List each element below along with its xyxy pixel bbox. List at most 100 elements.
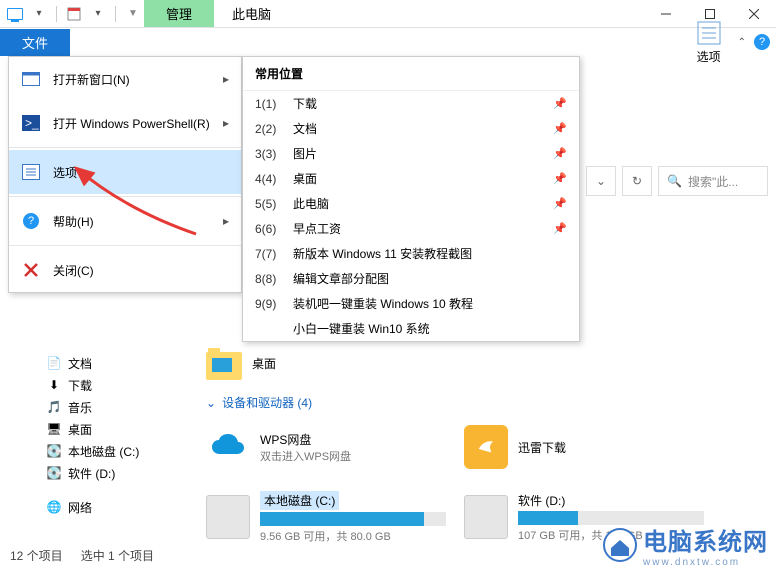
tree-item-label: 本地磁盘 (C:)	[68, 443, 139, 460]
item-drive-c[interactable]: 本地磁盘 (C:) 9.56 GB 可用，共 80.0 GB	[206, 491, 446, 543]
submenu-key: 6(6)	[255, 222, 283, 236]
doc-icon: 📄	[46, 355, 62, 371]
qat-divider-2	[115, 6, 116, 22]
music-icon: 🎵	[46, 399, 62, 415]
tree-item[interactable]: 💽本地磁盘 (C:)	[34, 440, 184, 462]
submenu-item[interactable]: 3(3)图片📌	[243, 141, 579, 166]
submenu-item[interactable]: 9(9)装机吧一键重装 Windows 10 教程	[243, 291, 579, 316]
submenu-label: 此电脑	[293, 195, 329, 212]
submenu-item[interactable]: 1(1) 下载 📌	[243, 91, 579, 116]
tree-item[interactable]: 🌐网络	[34, 496, 184, 518]
search-input[interactable]: 🔍 搜索"此...	[658, 166, 768, 196]
content-pane: 桌面 ⌄ 设备和驱动器 (4) WPS网盘双击进入WPS网盘 迅雷下载 本地磁盘…	[206, 352, 768, 543]
submenu-label: 图片	[293, 145, 317, 162]
menu-powershell-label: 打开 Windows PowerShell(R)	[53, 115, 210, 132]
file-menu: 打开新窗口(N) ▸ >_ 打开 Windows PowerShell(R) ▸…	[8, 56, 242, 293]
tree-item-label: 下载	[68, 377, 92, 394]
tree-item[interactable]: 📄 文档	[34, 352, 184, 374]
tree-item[interactable]: 💽软件 (D:)	[34, 462, 184, 484]
item-subtitle: 双击进入WPS网盘	[260, 448, 351, 464]
submenu-label: 早点工资	[293, 220, 341, 237]
network-icon: 🌐	[46, 499, 62, 515]
common-locations-submenu: 常用位置 1(1)下载📌2(2)文档📌3(3)图片📌4(4)桌面📌5(5)此电脑…	[242, 56, 580, 342]
pin-icon[interactable]: 📌	[553, 147, 567, 160]
watermark: 电脑系统网 www.dnxtw.com	[603, 522, 768, 568]
ribbon-options[interactable]: 选项	[688, 20, 730, 65]
window-title: 此电脑	[232, 4, 271, 23]
menu-help-label: 帮助(H)	[53, 213, 94, 230]
menu-close[interactable]: 关闭(C)	[9, 248, 241, 292]
dropdown-button[interactable]: ⌄	[586, 166, 616, 196]
item-desktop-label[interactable]: 桌面	[252, 355, 276, 372]
usage-bar	[260, 512, 446, 526]
submenu-label: 新版本 Windows 11 安装教程截图	[293, 245, 472, 262]
submenu-item[interactable]: 5(5)此电脑📌	[243, 191, 579, 216]
refresh-button[interactable]: ↻	[622, 166, 652, 196]
item-title: 迅雷下载	[518, 439, 566, 456]
ribbon-options-label: 选项	[697, 48, 721, 65]
menu-help[interactable]: ? 帮助(H) ▸	[9, 199, 241, 243]
item-title: 本地磁盘 (C:)	[260, 491, 339, 510]
tree-item-label: 软件 (D:)	[68, 465, 115, 482]
qat-properties-icon[interactable]	[63, 3, 85, 25]
status-selected: 选中 1 个项目	[81, 547, 154, 564]
menu-separator	[9, 147, 241, 148]
ribbon-bar: 文件 选项 ⌃ ?	[0, 28, 776, 56]
submenu-label: 下载	[293, 95, 317, 112]
pin-icon[interactable]: 📌	[553, 122, 567, 135]
submenu-item[interactable]: 8(8) 编辑文章部分配图	[243, 266, 579, 291]
folder-icon	[206, 352, 242, 380]
search-placeholder: 搜索"此...	[688, 173, 738, 190]
help-icon[interactable]: ?	[754, 34, 770, 50]
tree-item[interactable]: ⬇下载	[34, 374, 184, 396]
close-button[interactable]	[732, 0, 776, 28]
pin-icon[interactable]: 📌	[553, 97, 567, 110]
qat-chevron-1[interactable]: ▾	[28, 3, 50, 25]
quick-access-toolbar: ▾ ▾ ▼	[0, 3, 144, 25]
watermark-text: 电脑系统网	[643, 522, 768, 557]
submenu-key: 1(1)	[255, 97, 283, 111]
drive-icon	[206, 495, 250, 539]
submenu-label: 小白一键重装 Win10 系统	[293, 320, 430, 337]
menu-options-label: 选项	[53, 164, 77, 181]
submenu-item[interactable]: 2(2)文档📌	[243, 116, 579, 141]
status-bar: 12 个项目 选中 1 个项目	[10, 547, 154, 564]
submenu-item[interactable]: 4(4) 桌面 📌	[243, 166, 579, 191]
submenu-key: 7(7)	[255, 247, 283, 261]
submenu-key: 8(8)	[255, 272, 283, 286]
pin-icon[interactable]: 📌	[553, 197, 567, 210]
drive-icon	[464, 495, 508, 539]
submenu-label: 桌面	[293, 170, 317, 187]
file-tab[interactable]: 文件	[0, 29, 70, 56]
tree-item[interactable]: 🖥桌面	[34, 418, 184, 440]
menu-options[interactable]: 选项	[9, 150, 241, 194]
submenu-header: 常用位置	[243, 57, 579, 91]
ribbon-collapse-chevron[interactable]: ⌃	[738, 37, 746, 48]
close-x-icon	[21, 260, 41, 280]
submenu-arrow: ▸	[223, 214, 229, 228]
submenu-item[interactable]: 7(7) 新版本 Windows 11 安装教程截图	[243, 241, 579, 266]
item-subtitle: 9.56 GB 可用，共 80.0 GB	[260, 528, 446, 544]
chevron-down-icon: ⌄	[206, 396, 216, 410]
qat-chevron-2[interactable]: ▾	[87, 3, 109, 25]
tree-item[interactable]: 🎵音乐	[34, 396, 184, 418]
section-devices-label: 设备和驱动器 (4)	[222, 394, 312, 411]
submenu-key: 4(4)	[255, 172, 283, 186]
tree-item-label: 文档	[68, 355, 92, 372]
section-devices[interactable]: ⌄ 设备和驱动器 (4)	[206, 394, 768, 411]
menu-new-window[interactable]: 打开新窗口(N) ▸	[9, 57, 241, 101]
qat-overflow[interactable]: ▼	[122, 3, 144, 25]
submenu-label: 编辑文章部分配图	[293, 270, 389, 287]
submenu-item[interactable]: 6(6) 早点工资 📌	[243, 216, 579, 241]
pin-icon[interactable]: 📌	[553, 222, 567, 235]
tab-manage[interactable]: 管理	[144, 0, 214, 27]
submenu-item[interactable]: 小白一键重装 Win10 系统	[243, 316, 579, 341]
pin-icon[interactable]: 📌	[553, 172, 567, 185]
item-xunlei[interactable]: 迅雷下载	[464, 421, 704, 473]
menu-new-window-label: 打开新窗口(N)	[53, 71, 130, 88]
minimize-button[interactable]	[644, 0, 688, 28]
menu-powershell[interactable]: >_ 打开 Windows PowerShell(R) ▸	[9, 101, 241, 145]
wps-cloud-icon	[206, 425, 250, 469]
item-wps-drive[interactable]: WPS网盘双击进入WPS网盘	[206, 421, 446, 473]
qat-computer-icon[interactable]	[4, 3, 26, 25]
